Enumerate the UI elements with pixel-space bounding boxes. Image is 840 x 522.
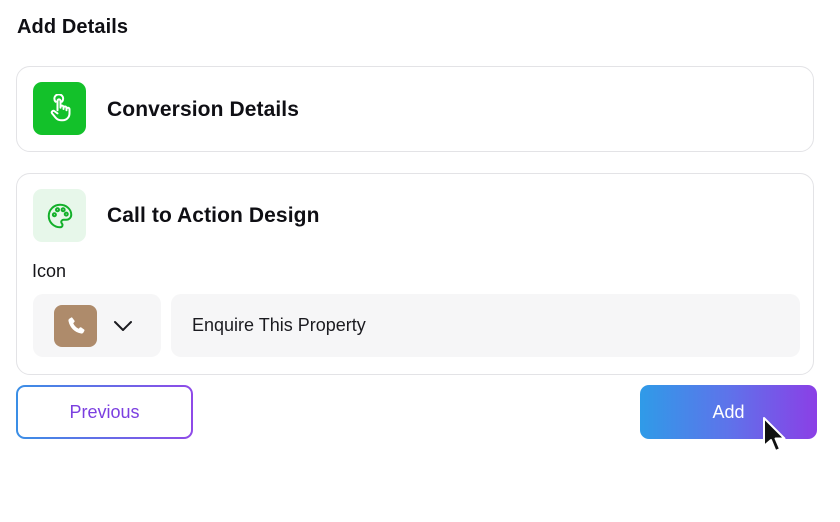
icon-dropdown[interactable] [33, 294, 161, 357]
page-title: Add Details [17, 16, 129, 38]
previous-button[interactable]: Previous [16, 385, 193, 439]
palette-icon [33, 189, 86, 242]
chevron-down-icon[interactable] [112, 317, 134, 335]
cta-design-card: Call to Action Design Icon [16, 173, 814, 375]
conversion-details-title: Conversion Details [107, 98, 300, 121]
cta-button-text-input[interactable] [171, 294, 800, 357]
previous-button-label: Previous [18, 387, 191, 437]
phone-icon [54, 305, 97, 347]
tap-hand-icon [33, 82, 86, 135]
add-button[interactable]: Add [640, 385, 817, 439]
cta-design-title: Call to Action Design [107, 204, 320, 227]
conversion-details-card[interactable]: Conversion Details [16, 66, 814, 152]
icon-field-label: Icon [32, 261, 67, 281]
mouse-cursor-icon [762, 416, 788, 456]
